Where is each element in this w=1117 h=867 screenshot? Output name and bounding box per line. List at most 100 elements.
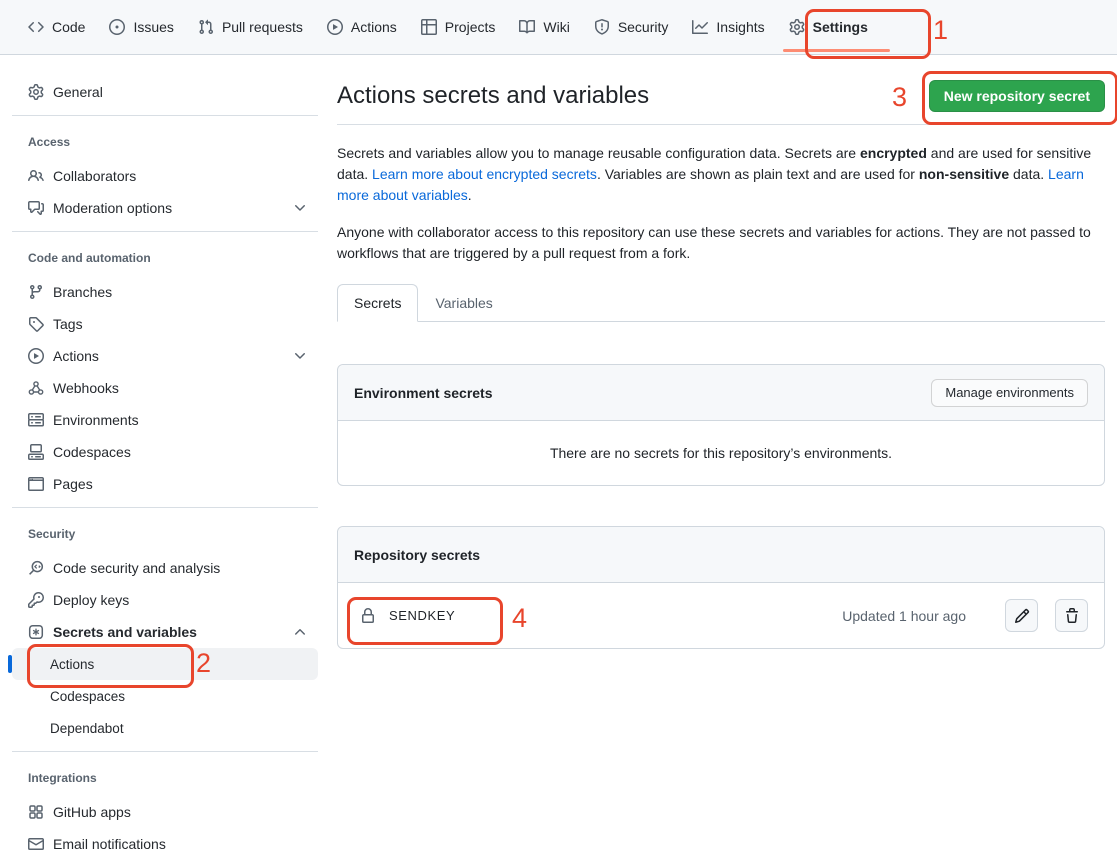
sidebar-item-branches[interactable]: Branches [12, 276, 318, 308]
repo-nav-tabs: Code Issues Pull requests Actions Projects Wi… [0, 0, 1117, 54]
learn-more-about-encrypted-secrets-link[interactable]: Learn more about encrypted secrets [372, 166, 597, 182]
chevron-up-icon [292, 624, 308, 640]
repo-tab-projects[interactable]: Projects [413, 0, 504, 54]
repo-tab-bar: Code Issues Pull requests Actions Projects Wi… [0, 0, 1117, 55]
gear-icon [789, 19, 805, 35]
repo-tab-label: Insights [716, 19, 764, 35]
sidebar-item-tags[interactable]: Tags [12, 308, 318, 340]
repository-secrets-title: Repository secrets [354, 547, 480, 563]
issue-opened-icon [109, 19, 125, 35]
sidebar-item-code-security-and-analysis[interactable]: Code security and analysis [12, 552, 318, 584]
delete-secret-button[interactable] [1055, 599, 1088, 632]
comment-discussion-icon [28, 200, 44, 216]
key-icon [28, 592, 44, 608]
people-icon [28, 168, 44, 184]
sidebar-divider [12, 507, 318, 508]
manage-environments-button[interactable]: Manage environments [931, 379, 1088, 407]
play-icon [327, 19, 343, 35]
sidebar-item-secrets-and-variables[interactable]: Secrets and variables [12, 616, 318, 648]
sidebar-item-pages[interactable]: Pages [12, 468, 318, 500]
intro-paragraph-2: Anyone with collaborator access to this … [337, 222, 1099, 264]
sidebar-item-label: Collaborators [53, 168, 136, 184]
main-content: Actions secrets and variables New reposi… [337, 55, 1105, 649]
gear-icon [28, 84, 44, 100]
server-icon [28, 412, 44, 428]
sidebar-subitem-codespaces[interactable]: Codespaces [12, 680, 318, 712]
repo-tab-label: Actions [351, 19, 397, 35]
mail-icon [28, 836, 44, 852]
sidebar-divider [12, 751, 318, 752]
project-icon [421, 19, 437, 35]
repository-secrets-list: SENDKEYUpdated 1 hour ago [338, 583, 1104, 648]
sidebar-section-title-code-and-automation: Code and automation [12, 240, 318, 276]
sidebar-section-title-integrations: Integrations [12, 760, 318, 796]
repository-secrets-box: Repository secrets SENDKEYUpdated 1 hour… [337, 526, 1105, 649]
intro-text: data. [1009, 166, 1048, 182]
repo-tab-label: Settings [813, 19, 868, 35]
sidebar-item-label: Actions [50, 657, 94, 672]
repo-tab-label: Code [52, 19, 85, 35]
repo-tab-label: Wiki [543, 19, 569, 35]
new-repository-secret-button[interactable]: New repository secret [929, 80, 1105, 112]
intro-text: . Variables are shown as plain text and … [597, 166, 919, 182]
page-header: Actions secrets and variables New reposi… [337, 79, 1105, 125]
secrets-variables-tabnav: SecretsVariables [337, 284, 1105, 322]
repository-secrets-header: Repository secrets [338, 527, 1104, 583]
secret-name: SENDKEY [389, 608, 455, 623]
sidebar-item-github-apps[interactable]: GitHub apps [12, 796, 318, 828]
repo-tab-label: Pull requests [222, 19, 303, 35]
pencil-icon [1014, 608, 1030, 624]
sidebar-item-label: Secrets and variables [53, 624, 197, 640]
trash-icon [1064, 608, 1080, 624]
emphasis-text: non-sensitive [919, 166, 1009, 182]
repo-tab-security[interactable]: Security [586, 0, 677, 54]
repo-tab-code[interactable]: Code [20, 0, 93, 54]
tab-secrets[interactable]: Secrets [337, 284, 418, 322]
sidebar-item-actions[interactable]: Actions [12, 340, 318, 372]
sidebar-item-webhooks[interactable]: Webhooks [12, 372, 318, 404]
git-pull-request-icon [198, 19, 214, 35]
repo-tab-pull-requests[interactable]: Pull requests [190, 0, 311, 54]
sidebar-item-codespaces[interactable]: Codespaces [12, 436, 318, 468]
environment-secrets-box: Environment secrets Manage environments … [337, 364, 1105, 486]
sidebar-item-general[interactable]: General [12, 76, 318, 108]
sidebar-section-title-access: Access [12, 124, 318, 160]
repo-tab-settings[interactable]: Settings [781, 0, 876, 54]
play-icon [28, 348, 44, 364]
sidebar-item-label: Moderation options [53, 200, 172, 216]
sidebar-subitem-dependabot[interactable]: Dependabot [12, 712, 318, 744]
sidebar-subitem-actions[interactable]: Actions [12, 648, 318, 680]
repo-tab-label: Security [618, 19, 669, 35]
sidebar-item-label: Codespaces [53, 444, 131, 460]
sidebar-item-label: Branches [53, 284, 112, 300]
environment-secrets-empty-message: There are no secrets for this repository… [338, 421, 1104, 485]
sidebar-item-label: Code security and analysis [53, 560, 220, 576]
codespaces-icon [28, 444, 44, 460]
sidebar-item-deploy-keys[interactable]: Deploy keys [12, 584, 318, 616]
edit-secret-button[interactable] [1005, 599, 1038, 632]
repo-tab-actions[interactable]: Actions [319, 0, 405, 54]
repo-tab-issues[interactable]: Issues [101, 0, 181, 54]
apps-icon [28, 804, 44, 820]
sidebar-item-label: Email notifications [53, 836, 166, 852]
repo-tab-label: Projects [445, 19, 496, 35]
intro-paragraph-1: Secrets and variables allow you to manag… [337, 143, 1099, 206]
browser-icon [28, 476, 44, 492]
lock-icon-wrap [360, 608, 376, 624]
repo-tab-insights[interactable]: Insights [684, 0, 772, 54]
repo-tab-wiki[interactable]: Wiki [511, 0, 577, 54]
sidebar-item-moderation-options[interactable]: Moderation options [12, 192, 318, 224]
sidebar-item-collaborators[interactable]: Collaborators [12, 160, 318, 192]
tag-icon [28, 316, 44, 332]
sidebar-item-label: Tags [53, 316, 83, 332]
intro-text: Secrets and variables allow you to manag… [337, 145, 860, 161]
sidebar-item-environments[interactable]: Environments [12, 404, 318, 436]
sidebar-item-label: Dependabot [50, 721, 124, 736]
tab-variables[interactable]: Variables [418, 284, 509, 322]
sidebar-item-label: Deploy keys [53, 592, 129, 608]
sidebar-item-email-notifications[interactable]: Email notifications [12, 828, 318, 860]
page-title: Actions secrets and variables [337, 79, 649, 112]
sidebar-item-label: Pages [53, 476, 93, 492]
secret-row: SENDKEYUpdated 1 hour ago [338, 583, 1104, 648]
chevron-down-icon [292, 348, 308, 364]
